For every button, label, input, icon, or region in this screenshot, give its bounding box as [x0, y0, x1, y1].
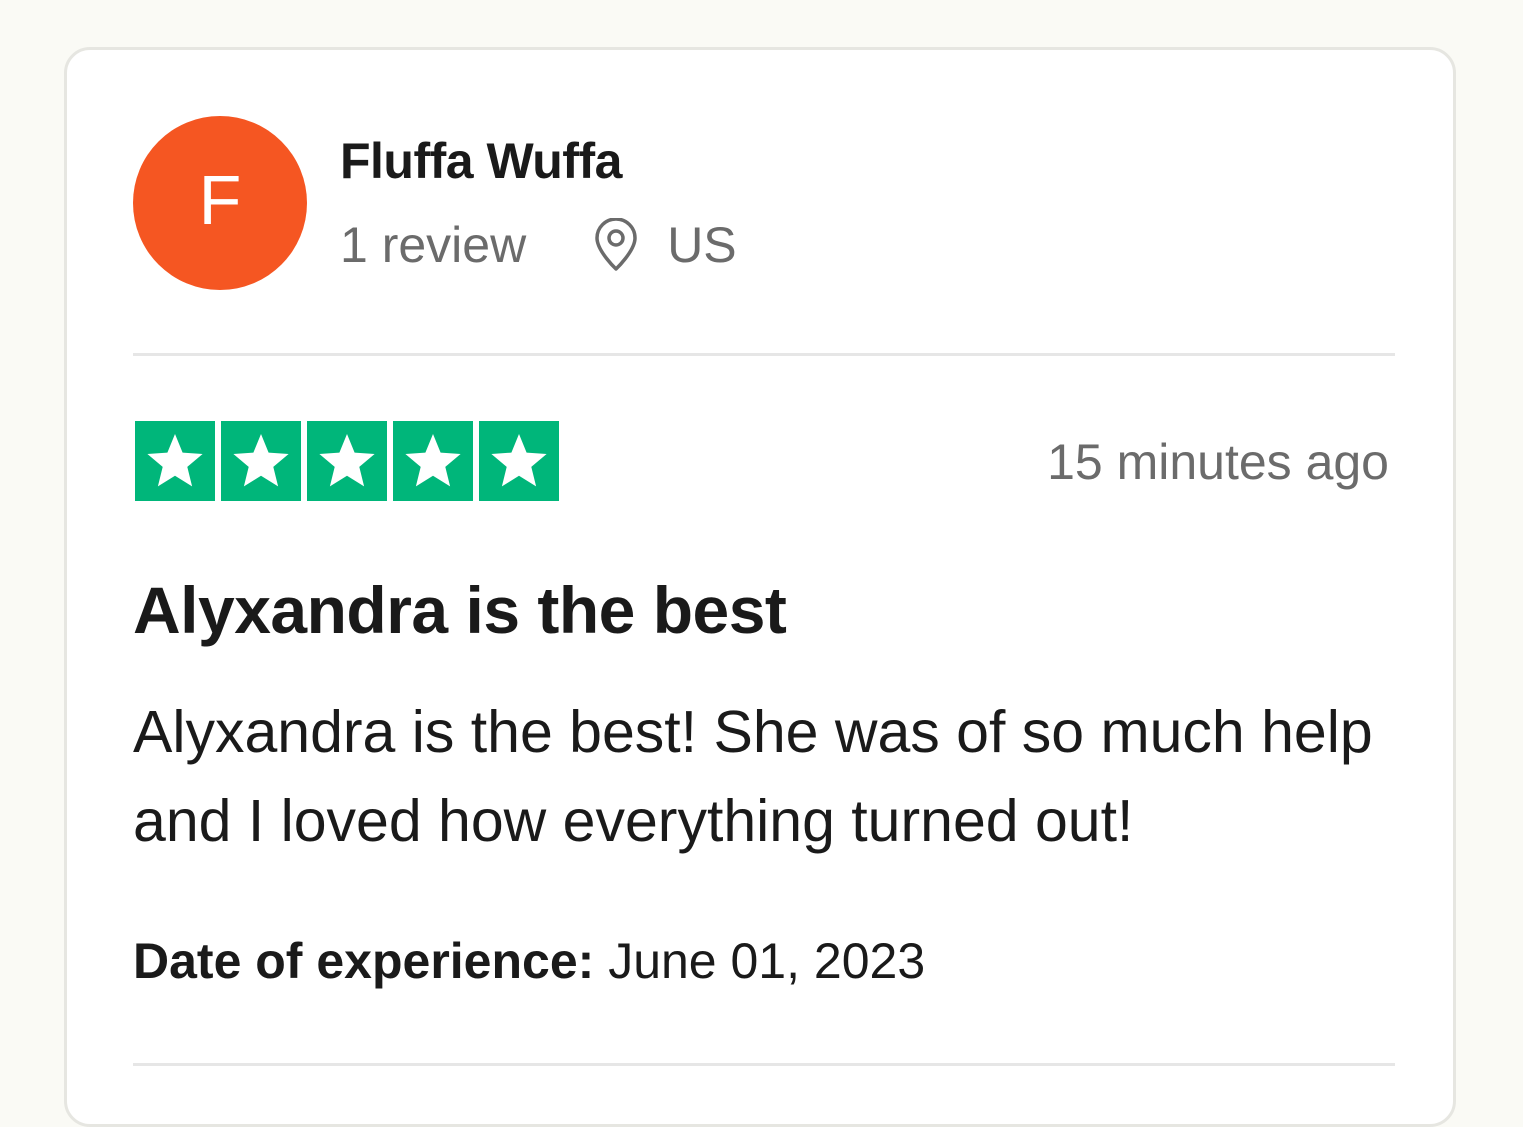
- experience-label: Date of experience:: [133, 933, 595, 989]
- divider: [133, 353, 1395, 356]
- avatar[interactable]: F: [133, 116, 307, 290]
- star-icon: [233, 434, 289, 487]
- reviewer-meta: 1 review US: [340, 216, 737, 274]
- star-icon: [491, 434, 547, 487]
- review-title[interactable]: Alyxandra is the best: [133, 572, 787, 648]
- location-pin-icon: [595, 218, 637, 271]
- reviewer-country: US: [667, 217, 737, 273]
- star-icon: [319, 434, 375, 487]
- date-of-experience: Date of experience: June 01, 2023: [133, 932, 925, 990]
- review-count: 1 review: [340, 217, 527, 273]
- divider: [133, 1063, 1395, 1066]
- star-icon: [405, 434, 461, 487]
- star-3: [307, 421, 387, 501]
- star-2: [221, 421, 301, 501]
- review-timestamp[interactable]: 15 minutes ago: [1047, 433, 1389, 491]
- reviewer-name[interactable]: Fluffa Wuffa: [340, 132, 622, 190]
- experience-date: June 01, 2023: [608, 933, 926, 989]
- review-card: F Fluffa Wuffa 1 review US 15 minutes ag…: [64, 47, 1456, 1127]
- avatar-initial: F: [198, 161, 242, 239]
- review-body: Alyxandra is the best! She was of so muc…: [133, 699, 1373, 854]
- star-icon: [147, 434, 203, 487]
- star-1: [135, 421, 215, 501]
- star-4: [393, 421, 473, 501]
- star-rating: [135, 421, 559, 501]
- star-5: [479, 421, 559, 501]
